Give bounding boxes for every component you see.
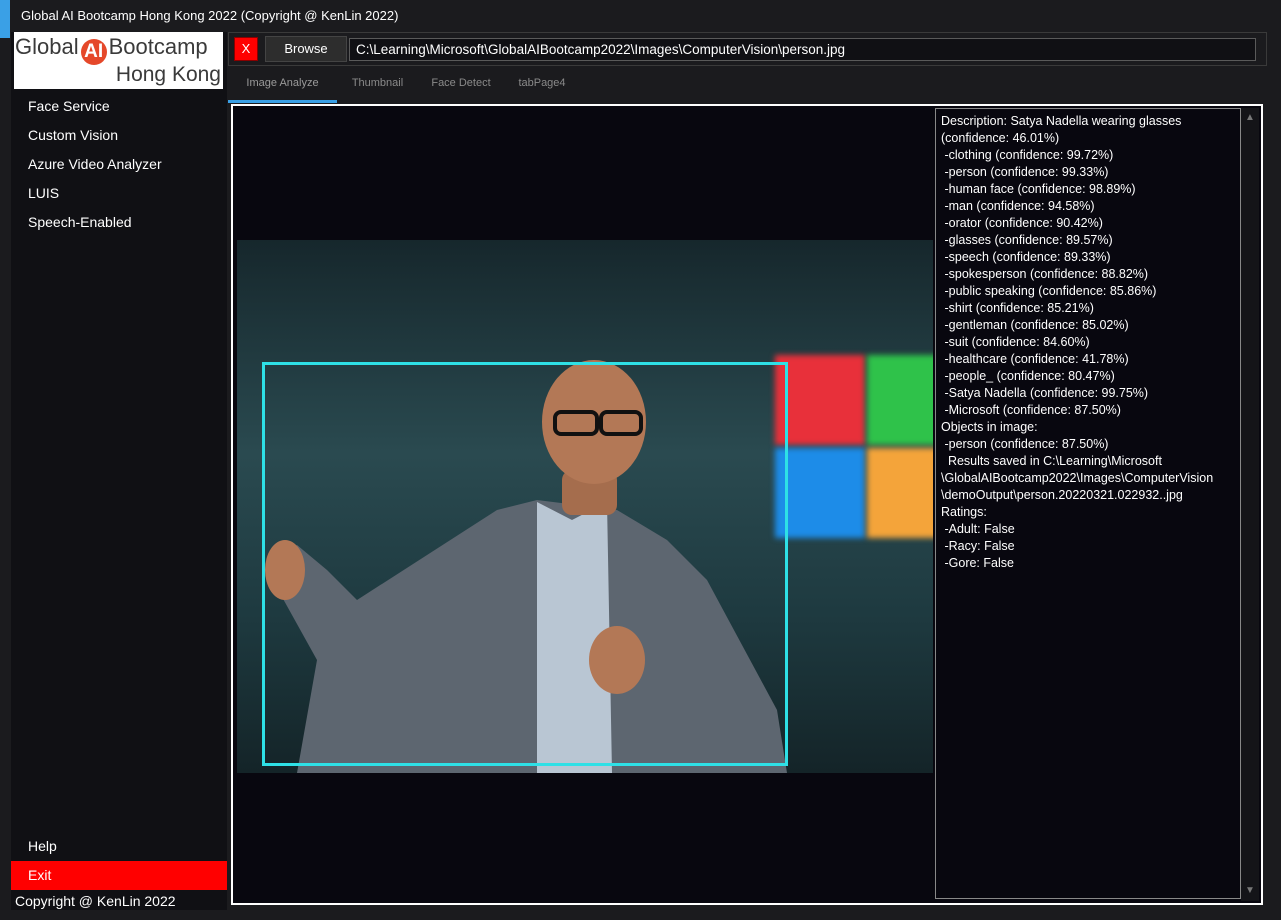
logo-word-global: Global [15, 34, 79, 59]
exit-button[interactable]: Exit [11, 861, 227, 890]
results-textbox[interactable]: Description: Satya Nadella wearing glass… [935, 108, 1241, 899]
sidebar-item-speech-enabled[interactable]: Speech-Enabled [11, 208, 227, 237]
title-accent [0, 0, 10, 38]
sidebar-nav: Face Service Custom Vision Azure Video A… [11, 92, 227, 237]
sidebar-item-luis[interactable]: LUIS [11, 179, 227, 208]
logo-line1: Global AI Bootcamp [15, 34, 208, 65]
sidebar-item-azure-video-analyzer[interactable]: Azure Video Analyzer [11, 150, 227, 179]
tab-face-detect[interactable]: Face Detect [421, 68, 501, 100]
logo-word-bootcamp: Bootcamp [108, 34, 208, 59]
file-path-field[interactable]: C:\Learning\Microsoft\GlobalAIBootcamp20… [349, 38, 1256, 61]
detected-object-box [262, 362, 788, 766]
tab-page4[interactable]: tabPage4 [508, 68, 576, 100]
tab-image-analyze[interactable]: Image Analyze [228, 68, 337, 103]
clear-button[interactable]: X [234, 37, 258, 61]
toolbar: X Browse C:\Learning\Microsoft\GlobalAIB… [228, 32, 1267, 66]
copyright-label: Copyright @ KenLin 2022 [15, 893, 176, 909]
sidebar-item-custom-vision[interactable]: Custom Vision [11, 121, 227, 150]
logo-line2: Hong Kong [115, 63, 221, 86]
analysis-results-text: Description: Satya Nadella wearing glass… [941, 114, 1214, 570]
scroll-down-icon[interactable]: ▼ [1241, 883, 1259, 899]
sidebar-item-face-service[interactable]: Face Service [11, 92, 227, 121]
analyze-panel: Description: Satya Nadella wearing glass… [231, 104, 1263, 905]
image-viewer [235, 108, 933, 903]
window-title: Global AI Bootcamp Hong Kong 2022 (Copyr… [21, 8, 399, 23]
tab-thumbnail[interactable]: Thumbnail [340, 68, 415, 100]
browse-button[interactable]: Browse [265, 36, 347, 62]
app-logo: Global AI Bootcamp Hong Kong [14, 32, 223, 89]
title-bar: Global AI Bootcamp Hong Kong 2022 (Copyr… [0, 0, 1281, 38]
scroll-up-icon[interactable]: ▲ [1241, 110, 1259, 126]
results-scrollbar[interactable]: ▲ ▼ [1241, 108, 1259, 901]
logo-ai-badge: AI [80, 39, 107, 65]
help-button[interactable]: Help [11, 832, 227, 861]
sidebar: Global AI Bootcamp Hong Kong Face Service … [11, 32, 227, 910]
